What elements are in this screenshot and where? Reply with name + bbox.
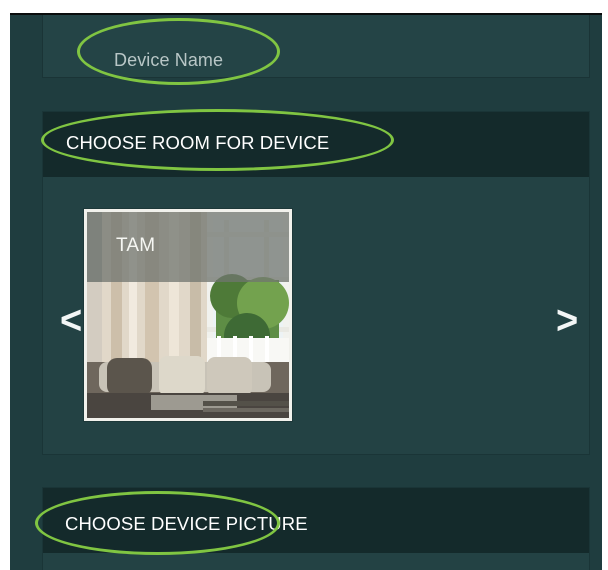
top-margin [0, 0, 608, 14]
choose-picture-title: CHOOSE DEVICE PICTURE [65, 513, 308, 534]
choose-picture-section: CHOOSE DEVICE PICTURE [42, 487, 590, 570]
choose-room-header: CHOOSE ROOM FOR DEVICE [43, 112, 589, 177]
choose-room-title: CHOOSE ROOM FOR DEVICE [66, 132, 330, 153]
app-panel: Device Name CHOOSE ROOM FOR DEVICE < TAM… [10, 15, 602, 570]
chevron-right-icon[interactable]: > [556, 301, 578, 341]
choose-picture-header: CHOOSE DEVICE PICTURE [43, 488, 589, 553]
room-label: TAM [116, 235, 156, 256]
room-card-tam[interactable]: TAM [84, 209, 292, 421]
device-setup-screen: Device Name CHOOSE ROOM FOR DEVICE < TAM… [0, 0, 608, 570]
chevron-left-icon[interactable]: < [60, 301, 82, 341]
device-name-field[interactable]: Device Name [114, 51, 223, 69]
